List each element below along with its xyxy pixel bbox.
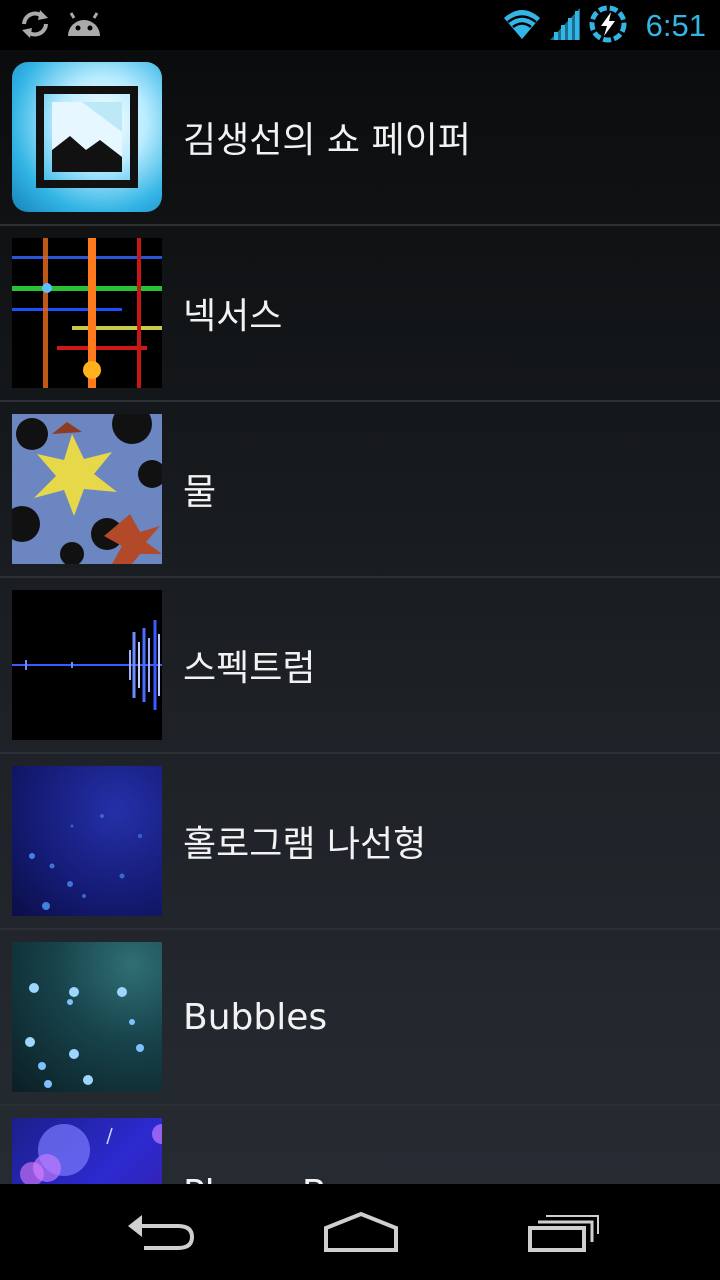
- photo-frame-thumbnail: [12, 62, 162, 212]
- holo-spiral-thumbnail: [12, 766, 162, 916]
- signal-icon: [549, 8, 580, 44]
- list-item[interactable]: 넥서스: [0, 226, 720, 402]
- list-item[interactable]: Bubbles: [0, 930, 720, 1106]
- wallpaper-label: 물: [183, 472, 217, 513]
- wifi-icon: [502, 8, 542, 44]
- wallpaper-list[interactable]: 김생선의 쇼 페이퍼 넥서스 물 스펙트럼 홀로그램 나선형 Bubbles: [0, 50, 720, 1184]
- list-item[interactable]: 스펙트럼: [0, 578, 720, 754]
- recents-button[interactable]: [518, 1206, 608, 1258]
- list-item[interactable]: 홀로그램 나선형: [0, 754, 720, 930]
- list-item[interactable]: 김생선의 쇼 페이퍼: [0, 50, 720, 226]
- list-item[interactable]: Phase Beam: [0, 1106, 720, 1184]
- recents-icon: [518, 1215, 608, 1262]
- wallpaper-label: 스펙트럼: [183, 648, 316, 689]
- android-icon: [66, 6, 102, 46]
- home-icon: [316, 1211, 406, 1262]
- battery-charging-icon: [588, 4, 628, 48]
- clock: 6:51: [645, 8, 706, 43]
- nexus-lines-thumbnail: [12, 238, 162, 388]
- bubbles-thumbnail: [12, 942, 162, 1092]
- wallpaper-label: Phase Beam: [183, 1106, 406, 1185]
- back-icon: [116, 1215, 206, 1262]
- home-button[interactable]: [316, 1206, 406, 1258]
- wallpaper-label: 김생선의 쇼 페이퍼: [183, 120, 471, 161]
- wallpaper-label: 홀로그램 나선형: [183, 824, 427, 865]
- back-button[interactable]: [116, 1206, 206, 1258]
- maple-leaf-water-thumbnail: [12, 414, 162, 564]
- sync-icon: [18, 6, 52, 46]
- navigation-bar: [0, 1184, 720, 1280]
- list-item[interactable]: 물: [0, 402, 720, 578]
- wallpaper-label: 넥서스: [183, 296, 283, 337]
- wallpaper-label: Bubbles: [183, 996, 328, 1038]
- phase-beam-thumbnail: [12, 1118, 162, 1184]
- spectrum-waveform-thumbnail: [12, 590, 162, 740]
- status-bar: 6:51: [0, 0, 720, 50]
